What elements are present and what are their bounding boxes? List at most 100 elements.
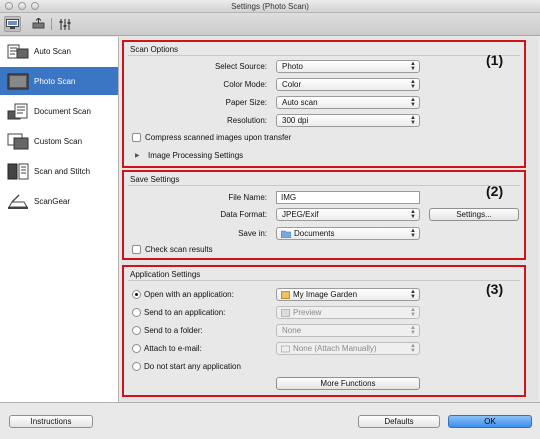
attach-to-email-value: None (Attach Manually) (293, 344, 377, 353)
folder-icon (281, 230, 291, 238)
dropdown-arrows-icon: ▲ ▼ (410, 228, 416, 239)
preview-app-icon (281, 309, 290, 317)
send-to-application-radio[interactable] (132, 308, 141, 317)
disclosure-triangle-icon[interactable]: ▶ (135, 152, 140, 159)
file-name-label: File Name: (228, 193, 267, 202)
title-bar: Settings (Photo Scan) (0, 0, 540, 13)
document-scan-icon (7, 103, 28, 119)
save-in-label: Save in: (238, 229, 267, 238)
save-settings-section: Save Settings (2) File Name: IMG Data Fo… (122, 170, 526, 260)
dropdown-arrows-icon: ▲ ▼ (410, 325, 416, 336)
sidebar-item-auto-scan[interactable]: Auto Scan (0, 37, 118, 65)
send-to-folder-dropdown[interactable]: None ▲ ▼ (276, 324, 420, 337)
dropdown-arrows-icon: ▲ ▼ (410, 97, 416, 108)
dropdown-arrows-icon: ▲ ▼ (410, 209, 416, 220)
scangear-icon (8, 194, 28, 209)
data-format-value: JPEG/Exif (282, 210, 319, 219)
scan-options-title: Scan Options (130, 45, 179, 54)
select-source-dropdown[interactable]: Photo ▲ ▼ (276, 60, 420, 73)
dropdown-arrows-icon: ▲ ▼ (410, 289, 416, 300)
sidebar-item-label: ScanGear (34, 196, 71, 206)
sidebar-item-label: Custom Scan (34, 136, 83, 146)
sidebar-item-label: Document Scan (34, 106, 91, 116)
color-mode-dropdown[interactable]: Color ▲ ▼ (276, 78, 420, 91)
general-settings-tab[interactable] (56, 16, 73, 32)
mail-icon (281, 345, 290, 353)
check-scan-results-checkbox[interactable] (132, 245, 141, 254)
select-source-value: Photo (282, 62, 303, 71)
paper-size-label: Paper Size: (225, 98, 267, 107)
resolution-label: Resolution: (226, 116, 267, 125)
file-name-input[interactable]: IMG (276, 191, 420, 204)
save-settings-title: Save Settings (130, 175, 180, 184)
send-to-application-dropdown[interactable]: Preview ▲ ▼ (276, 306, 420, 319)
sidebar: Auto Scan Photo Scan Document Scan Custo… (0, 37, 119, 402)
section-divider (128, 55, 520, 56)
send-to-folder-radio[interactable] (132, 326, 141, 335)
photo-scan-icon (7, 73, 29, 89)
select-source-label: Select Source: (214, 62, 267, 71)
section-divider (128, 185, 520, 186)
compress-checkbox[interactable] (132, 133, 141, 142)
dropdown-arrows-icon: ▲ ▼ (410, 61, 416, 72)
section-marker: (2) (486, 183, 504, 199)
dropdown-arrows-icon: ▲ ▼ (410, 343, 416, 354)
open-with-application-radio[interactable] (132, 290, 141, 299)
instructions-button[interactable]: Instructions (9, 415, 93, 428)
sidebar-item-document-scan[interactable]: Document Scan (0, 97, 118, 125)
compress-label: Compress scanned images upon transfer (145, 133, 292, 142)
save-in-value: Documents (294, 229, 335, 238)
sidebar-item-label: Photo Scan (34, 76, 76, 86)
do-not-start-application-label: Do not start any application (144, 362, 241, 371)
auto-scan-icon (7, 44, 29, 58)
data-format-settings-button[interactable]: Settings... (429, 208, 519, 221)
open-with-application-dropdown[interactable]: My Image Garden ▲ ▼ (276, 288, 420, 301)
attach-to-email-dropdown[interactable]: None (Attach Manually) ▲ ▼ (276, 342, 420, 355)
scan-from-computer-tab-icon (6, 18, 19, 29)
section-marker: (1) (486, 52, 504, 68)
ok-button[interactable]: OK (448, 415, 532, 428)
attach-to-email-label: Attach to e-mail: (144, 344, 202, 353)
color-mode-value: Color (282, 80, 302, 89)
attach-to-email-radio[interactable] (132, 344, 141, 353)
section-divider (128, 280, 520, 281)
send-to-folder-value: None (282, 326, 302, 335)
footer-divider (0, 402, 540, 403)
do-not-start-application-radio[interactable] (132, 362, 141, 371)
sidebar-item-photo-scan[interactable]: Photo Scan (0, 67, 118, 95)
resolution-dropdown[interactable]: 300 dpi ▲ ▼ (276, 114, 420, 127)
section-marker: (3) (486, 281, 504, 297)
dropdown-arrows-icon: ▲ ▼ (410, 115, 416, 126)
color-mode-label: Color Mode: (223, 80, 267, 89)
data-format-label: Data Format: (220, 210, 267, 219)
my-image-garden-icon (281, 291, 290, 299)
resolution-value: 300 dpi (282, 116, 309, 125)
open-with-application-value: My Image Garden (293, 290, 358, 299)
save-in-dropdown[interactable]: Documents ▲ ▼ (276, 227, 420, 240)
dropdown-arrows-icon: ▲ ▼ (410, 307, 416, 318)
data-format-dropdown[interactable]: JPEG/Exif ▲ ▼ (276, 208, 420, 221)
paper-size-value: Auto scan (282, 98, 318, 107)
scan-from-operation-panel-tab-icon (32, 18, 45, 29)
sidebar-item-label: Scan and Stitch (34, 166, 91, 176)
sidebar-item-custom-scan[interactable]: Custom Scan (0, 127, 118, 155)
window-title: Settings (Photo Scan) (231, 2, 309, 11)
scan-options-section: Scan Options (1) Select Source: Photo ▲ ▼… (122, 40, 526, 168)
scan-and-stitch-icon (7, 163, 29, 179)
sidebar-item-label: Auto Scan (34, 46, 71, 56)
scan-from-operation-panel-tab[interactable] (30, 16, 47, 32)
defaults-button[interactable]: Defaults (358, 415, 440, 428)
sidebar-item-scan-and-stitch[interactable]: Scan and Stitch (0, 157, 118, 185)
application-settings-title: Application Settings (130, 270, 201, 279)
paper-size-dropdown[interactable]: Auto scan ▲ ▼ (276, 96, 420, 109)
image-processing-settings-toggle[interactable]: Image Processing Settings (148, 151, 243, 160)
send-to-application-label: Send to an application: (144, 308, 226, 317)
toolbar (0, 13, 540, 36)
scan-from-computer-tab[interactable] (4, 16, 21, 32)
toolbar-separator (51, 18, 52, 30)
check-scan-results-label: Check scan results (145, 245, 213, 254)
custom-scan-icon (7, 133, 29, 149)
sidebar-item-scangear[interactable]: ScanGear (0, 187, 118, 215)
more-functions-button[interactable]: More Functions (276, 377, 420, 390)
general-settings-tab-icon (59, 18, 71, 30)
